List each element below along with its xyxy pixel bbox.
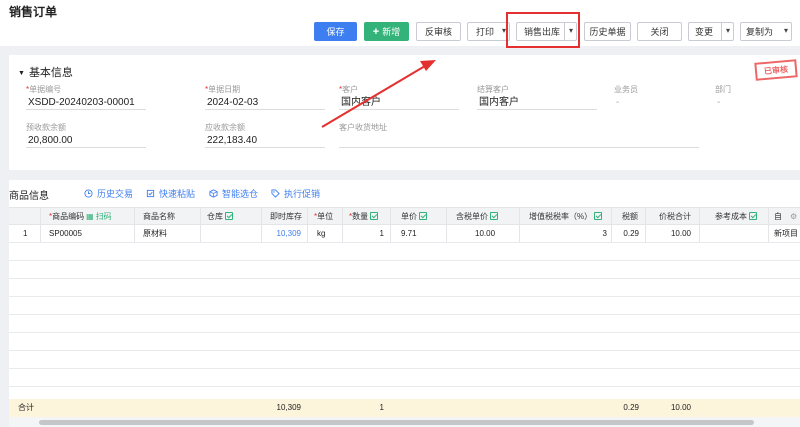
settings-gear-icon[interactable]: ⚙: [790, 208, 797, 225]
table-row[interactable]: 1 SP00005 原材料 10,309 kg 1 9.71 10.00 3 0…: [9, 225, 800, 243]
tag-icon: [271, 189, 280, 198]
col-name[interactable]: 商品名称: [143, 208, 175, 225]
col-tax[interactable]: 税额: [622, 208, 638, 225]
customer-field[interactable]: *客户 国内客户: [339, 84, 459, 110]
totals-row: 合计 10,309 1 0.29 10.00: [9, 399, 800, 417]
table-row[interactable]: [9, 333, 800, 351]
close-button[interactable]: 关闭: [637, 22, 682, 41]
history-docs-button[interactable]: 历史单据: [584, 22, 631, 41]
audited-stamp: 已审核: [754, 59, 798, 81]
change-dropdown[interactable]: 变更 ▾: [688, 22, 734, 41]
checkbox-icon: [225, 212, 233, 220]
table-row[interactable]: [9, 369, 800, 387]
shipping-address-field[interactable]: 客户收货地址: [339, 122, 699, 148]
settlement-customer-field[interactable]: 结算客户 国内客户: [477, 84, 597, 110]
scan-icon[interactable]: ▦: [86, 212, 94, 221]
add-button[interactable]: + 新增: [364, 22, 409, 41]
save-button[interactable]: 保存: [314, 22, 357, 41]
doc-date-field[interactable]: *单据日期 2024-02-03: [205, 84, 325, 110]
unaudit-button[interactable]: 反审核: [416, 22, 461, 41]
horizontal-scrollbar[interactable]: [9, 417, 800, 427]
grid-header: *商品编码 ▦ 扫码 商品名称 仓库 即时库存 *单位 *数量 单价 含税单价 增值…: [9, 207, 800, 225]
col-tax-rate[interactable]: 增值税税率（%）: [529, 208, 603, 225]
table-row[interactable]: [9, 315, 800, 333]
col-total[interactable]: 价税合计: [659, 208, 691, 225]
checkbox-icon: [749, 212, 757, 220]
print-label: 打印: [476, 27, 495, 37]
col-price[interactable]: 单价: [401, 208, 427, 225]
highlight-box: [506, 12, 580, 48]
table-row[interactable]: [9, 279, 800, 297]
goods-panel: 商品信息 历史交易 快速粘贴 智能选仓 执行促销 *商品编码 ▦ 扫码 商品名称 仓…: [9, 180, 800, 427]
clock-icon: [84, 189, 93, 198]
prepaid-balance-field[interactable]: 预收款余额 20,800.00: [26, 122, 146, 148]
page-title: 销售订单: [9, 5, 58, 19]
copy-as-label: 复制为: [746, 27, 774, 37]
goods-title: 商品信息: [9, 191, 49, 202]
history-trade-link[interactable]: 历史交易: [84, 187, 133, 200]
paste-icon: [146, 189, 155, 198]
col-qty[interactable]: *数量: [349, 208, 379, 225]
split-divider: [721, 23, 722, 40]
col-cost[interactable]: 参考成本: [715, 208, 757, 225]
scrollbar-thumb[interactable]: [39, 420, 754, 425]
col-unit[interactable]: *单位: [314, 208, 333, 225]
table-row[interactable]: [9, 351, 800, 369]
quick-paste-link[interactable]: 快速粘贴: [146, 187, 195, 200]
top-toolbar: 销售订单 保存 + 新增 反审核 打印 ▾ 销售出库 ▾ 历史单据 关闭 变更 …: [0, 0, 800, 46]
receivable-balance-field[interactable]: 应收款余额 222,183.40: [205, 122, 325, 148]
run-promotion-link[interactable]: 执行促销: [271, 187, 320, 200]
department-field[interactable]: 部门 -: [715, 84, 795, 110]
table-row[interactable]: [9, 297, 800, 315]
table-row[interactable]: [9, 243, 800, 261]
doc-number-field[interactable]: *单据编号 XSDD-20240203-00001: [26, 84, 146, 110]
basic-info-title[interactable]: ▼ 基本信息: [18, 64, 73, 80]
collapse-triangle-icon: ▼: [18, 70, 25, 77]
goods-toolbar: 商品信息 历史交易 快速粘贴 智能选仓 执行促销: [9, 180, 800, 207]
chevron-down-icon: ▾: [725, 26, 730, 35]
stock-link[interactable]: 10,309: [261, 225, 301, 243]
col-stock[interactable]: 即时库存: [270, 208, 302, 225]
col-code[interactable]: *商品编码 ▦ 扫码: [49, 208, 112, 225]
change-label: 变更: [695, 27, 714, 37]
print-dropdown[interactable]: 打印 ▾: [467, 22, 510, 41]
checkbox-icon: [490, 212, 498, 220]
checkbox-icon: [419, 212, 427, 220]
copy-as-dropdown[interactable]: 复制为 ▾: [740, 22, 792, 41]
checkbox-icon: [594, 212, 603, 220]
table-row[interactable]: [9, 261, 800, 279]
col-project[interactable]: 自: [774, 208, 782, 225]
checkbox-icon: [370, 212, 379, 220]
basic-info-panel: ▼ 基本信息 已审核 *单据编号 XSDD-20240203-00001 *单据日…: [9, 55, 800, 170]
chevron-down-icon: ▾: [783, 26, 788, 35]
col-tax-price[interactable]: 含税单价: [456, 208, 498, 225]
plus-icon: +: [372, 25, 380, 38]
smart-warehouse-link[interactable]: 智能选仓: [209, 187, 258, 200]
add-label: 新增: [382, 27, 401, 37]
col-warehouse[interactable]: 仓库: [207, 208, 233, 225]
cube-icon: [209, 189, 218, 198]
